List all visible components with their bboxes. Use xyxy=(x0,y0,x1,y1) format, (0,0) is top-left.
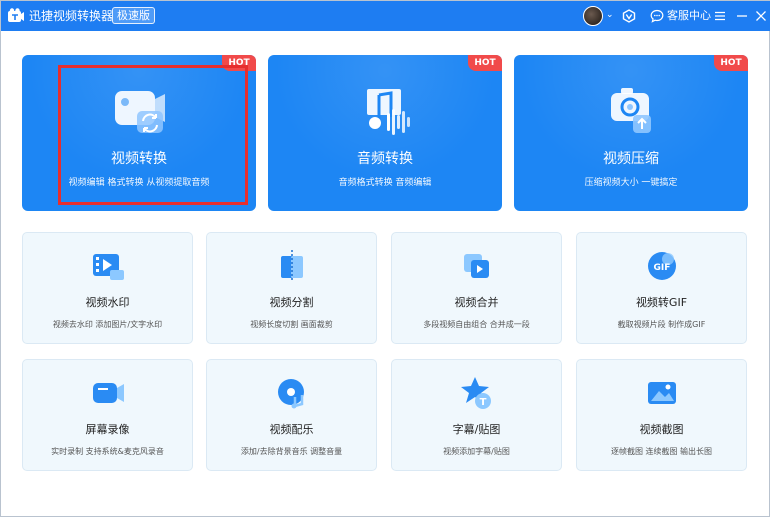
screen-record-card[interactable]: 屏幕录像 实时录制 支持系统&麦克风录音 xyxy=(22,359,193,471)
minimize-icon[interactable] xyxy=(736,10,748,22)
video-compress-card[interactable]: HOT 视频压缩 压缩视频大小 一键搞定 xyxy=(514,55,748,211)
card-title: 视频水印 xyxy=(85,296,130,309)
gif-icon-text: GIF xyxy=(653,263,670,273)
hot-badge: HOT xyxy=(468,55,502,71)
card-subtitle: 截取视频片段 制作成GIF xyxy=(617,320,706,329)
video-convert-icon xyxy=(115,91,165,133)
card-title: 屏幕录像 xyxy=(85,423,130,436)
close-icon[interactable] xyxy=(755,10,767,22)
menu-icon[interactable] xyxy=(714,10,726,22)
vip-diamond-icon[interactable] xyxy=(622,9,636,23)
audio-convert-card[interactable]: HOT 音频转换 音频格式转换 音频编辑 xyxy=(268,55,502,211)
edition-badge: 极速版 xyxy=(112,7,155,24)
split-icon xyxy=(280,250,303,282)
user-avatar[interactable] xyxy=(583,6,603,26)
music-card[interactable]: 视频配乐 添加/去除背景音乐 调整音量 xyxy=(206,359,377,471)
video-compress-icon xyxy=(611,88,651,133)
card-subtitle: 音频格式转换 音频编辑 xyxy=(338,178,432,188)
app-logo-icon xyxy=(8,8,24,22)
subtitle-icon-text: T xyxy=(479,397,486,408)
watermark-card[interactable]: 视频水印 视频去水印 添加图片/文字水印 xyxy=(22,232,193,344)
card-subtitle: 压缩视频大小 一键搞定 xyxy=(584,178,678,188)
card-subtitle: 视频添加字幕/贴图 xyxy=(443,447,510,456)
video-convert-card[interactable]: HOT 视频转换 视频编辑 格式转换 从视频提取音频 xyxy=(22,55,256,211)
card-subtitle: 多段视频自由组合 合并成一段 xyxy=(423,320,530,329)
watermark-icon xyxy=(92,254,124,280)
card-title: 视频压缩 xyxy=(603,151,659,167)
card-subtitle: 视频编辑 格式转换 从视频提取音频 xyxy=(68,178,210,188)
avatar-caret-icon[interactable]: ⌄ xyxy=(606,10,614,20)
card-title: 视频配乐 xyxy=(269,423,314,436)
card-title: 视频分割 xyxy=(269,296,314,309)
gif-card[interactable]: GIF 视频转GIF 截取视频片段 制作成GIF xyxy=(576,232,747,344)
audio-convert-icon xyxy=(367,89,410,135)
customer-service-icon[interactable] xyxy=(650,9,664,23)
gif-icon: GIF xyxy=(647,252,676,280)
card-title: 视频截图 xyxy=(639,423,684,436)
title-bar: 迅捷视频转换器 极速版 ⌄ 客服中心 xyxy=(1,1,770,31)
card-title: 视频转GIF xyxy=(635,296,688,309)
card-title: 视频转换 xyxy=(111,151,167,167)
music-icon xyxy=(277,379,304,409)
card-title: 视频合并 xyxy=(454,296,499,309)
card-title: 字幕/贴图 xyxy=(452,423,501,436)
card-subtitle: 视频长度切割 画面裁剪 xyxy=(250,320,333,329)
screen-record-icon xyxy=(92,383,124,403)
card-subtitle: 视频去水印 添加图片/文字水印 xyxy=(52,320,163,329)
app-title: 迅捷视频转换器 xyxy=(29,9,114,23)
screenshot-card[interactable]: 视频截图 逐帧截图 连续截图 输出长图 xyxy=(576,359,747,471)
app-window: 迅捷视频转换器 极速版 ⌄ 客服中心 HOT 视频转换 视频编辑 格式转换 从视… xyxy=(0,0,770,517)
card-title: 音频转换 xyxy=(357,151,413,167)
merge-card[interactable]: 视频合并 多段视频自由组合 合并成一段 xyxy=(391,232,562,344)
card-subtitle: 添加/去除背景音乐 调整音量 xyxy=(240,447,343,456)
subtitle-card[interactable]: T 字幕/贴图 视频添加字幕/贴图 xyxy=(391,359,562,471)
split-card[interactable]: 视频分割 视频长度切割 画面裁剪 xyxy=(206,232,377,344)
card-subtitle: 实时录制 支持系统&麦克风录音 xyxy=(51,447,164,456)
hot-badge: HOT xyxy=(714,55,748,71)
customer-service-link[interactable]: 客服中心 xyxy=(667,9,711,23)
merge-icon xyxy=(463,254,489,278)
subtitle-icon: T xyxy=(460,377,491,409)
hot-badge: HOT xyxy=(222,55,256,71)
screenshot-icon xyxy=(647,382,676,404)
card-subtitle: 逐帧截图 连续截图 输出长图 xyxy=(610,447,713,456)
